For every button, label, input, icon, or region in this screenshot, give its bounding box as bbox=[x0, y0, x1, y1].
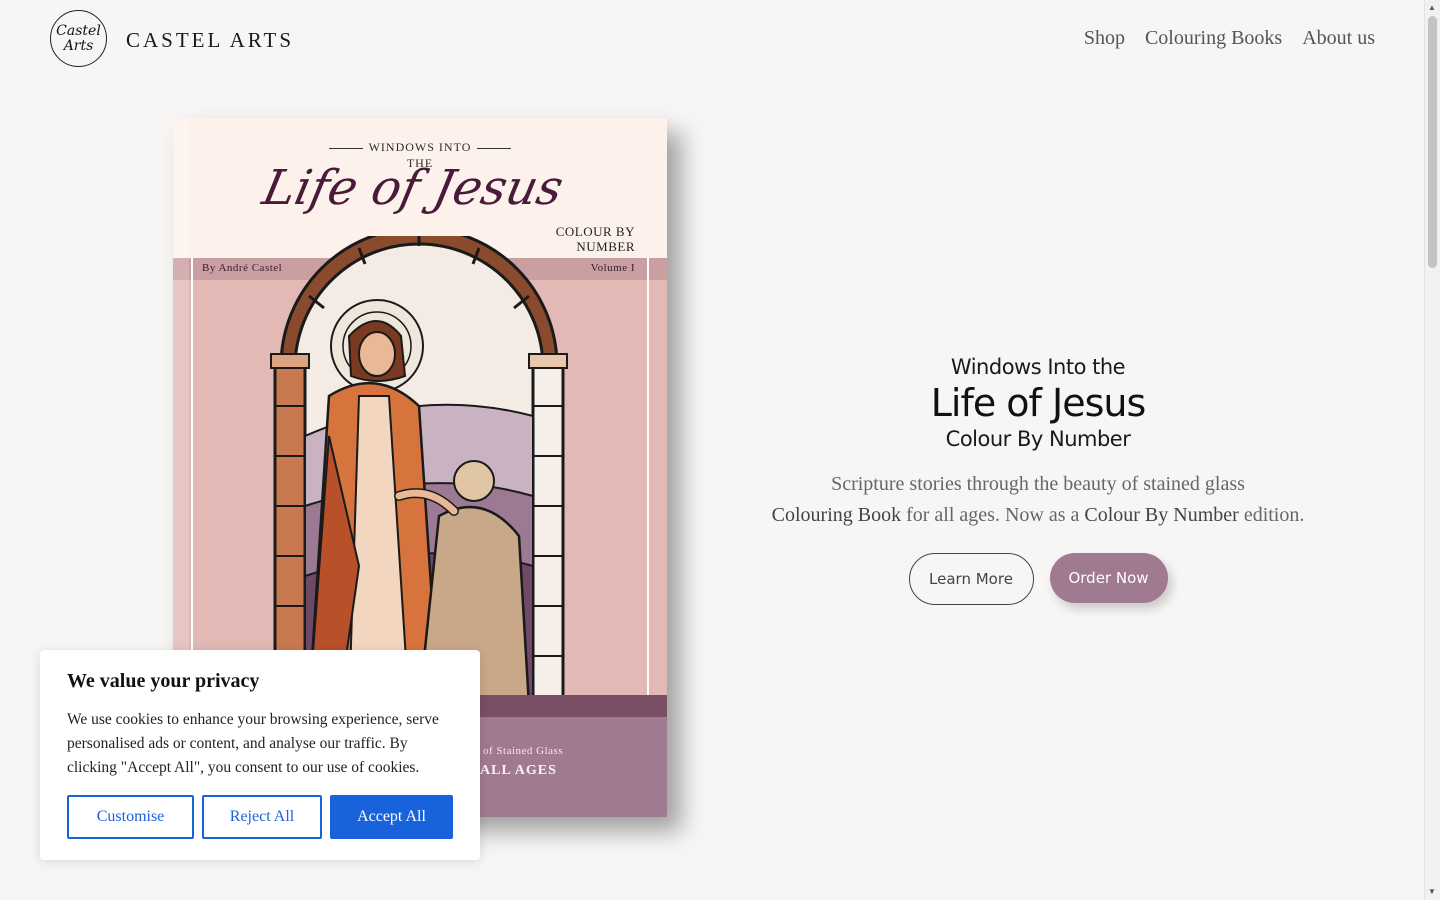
cover-all-ages: ALL AGES bbox=[480, 763, 557, 778]
cover-stained-text: of Stained Glass bbox=[483, 745, 564, 757]
hero-title-line1: Windows Into the bbox=[950, 355, 1126, 379]
hero-desc-line1: Scripture stories through the beauty of … bbox=[831, 473, 1245, 495]
hero-desc-mid: for all ages. Now as a bbox=[901, 504, 1085, 526]
scroll-down-arrow-icon[interactable]: ▼ bbox=[1427, 887, 1437, 897]
nav-shop[interactable]: Shop bbox=[1084, 27, 1125, 50]
nav-colouring-books[interactable]: Colouring Books bbox=[1145, 27, 1282, 50]
learn-more-button[interactable]: Learn More bbox=[908, 553, 1034, 605]
hero-desc-bold2: Colour By Number bbox=[1084, 504, 1239, 526]
cover-rule-left bbox=[328, 147, 363, 149]
hero-desc-end: edition. bbox=[1238, 504, 1305, 526]
logo[interactable]: Castel Arts bbox=[50, 10, 107, 67]
accept-all-button[interactable]: Accept All bbox=[330, 795, 453, 839]
brand-name[interactable]: CASTEL ARTS bbox=[126, 28, 294, 53]
logo-text-line2: Arts bbox=[63, 37, 94, 54]
reject-all-button[interactable]: Reject All bbox=[202, 795, 322, 839]
hero-desc-bold1: Colouring Book bbox=[771, 504, 902, 526]
scroll-thumb[interactable] bbox=[1428, 16, 1437, 268]
hero-title-line2: Life of Jesus bbox=[930, 381, 1147, 425]
cookie-title: We value your privacy bbox=[67, 670, 260, 692]
order-now-button[interactable]: Order Now bbox=[1049, 553, 1168, 603]
customise-button[interactable]: Customise bbox=[67, 795, 194, 839]
site-header: Castel Arts CASTEL ARTS Shop Colouring B… bbox=[0, 0, 1424, 80]
hero-desc-line2: Colouring Book for all ages. Now as a Co… bbox=[740, 500, 1336, 531]
stained-glass-window-illustration bbox=[270, 236, 568, 706]
cover-rule-right bbox=[477, 147, 512, 149]
hero-section: Windows Into the Life of Jesus Colour By… bbox=[740, 355, 1336, 605]
page-scrollbar[interactable]: ▲ ▼ bbox=[1424, 0, 1440, 900]
hero-description: Scripture stories through the beauty of … bbox=[740, 469, 1336, 531]
main-nav: Shop Colouring Books About us bbox=[1084, 27, 1375, 50]
cover-small-title: WINDOWS INTO bbox=[368, 140, 472, 154]
cover-script-title: Life of Jesus bbox=[257, 160, 569, 216]
cookie-consent-banner: We value your privacy We use cookies to … bbox=[40, 650, 480, 860]
hero-title-line3: Colour By Number bbox=[945, 427, 1131, 451]
hero-buttons: Learn More Order Now bbox=[740, 553, 1336, 605]
nav-about-us[interactable]: About us bbox=[1302, 27, 1375, 50]
cookie-text: We use cookies to enhance your browsing … bbox=[67, 711, 439, 776]
logo-text-line1: Castel bbox=[56, 22, 101, 39]
scroll-up-arrow-icon[interactable]: ▲ bbox=[1427, 3, 1437, 13]
cookie-buttons: Customise Reject All Accept All bbox=[67, 795, 453, 839]
